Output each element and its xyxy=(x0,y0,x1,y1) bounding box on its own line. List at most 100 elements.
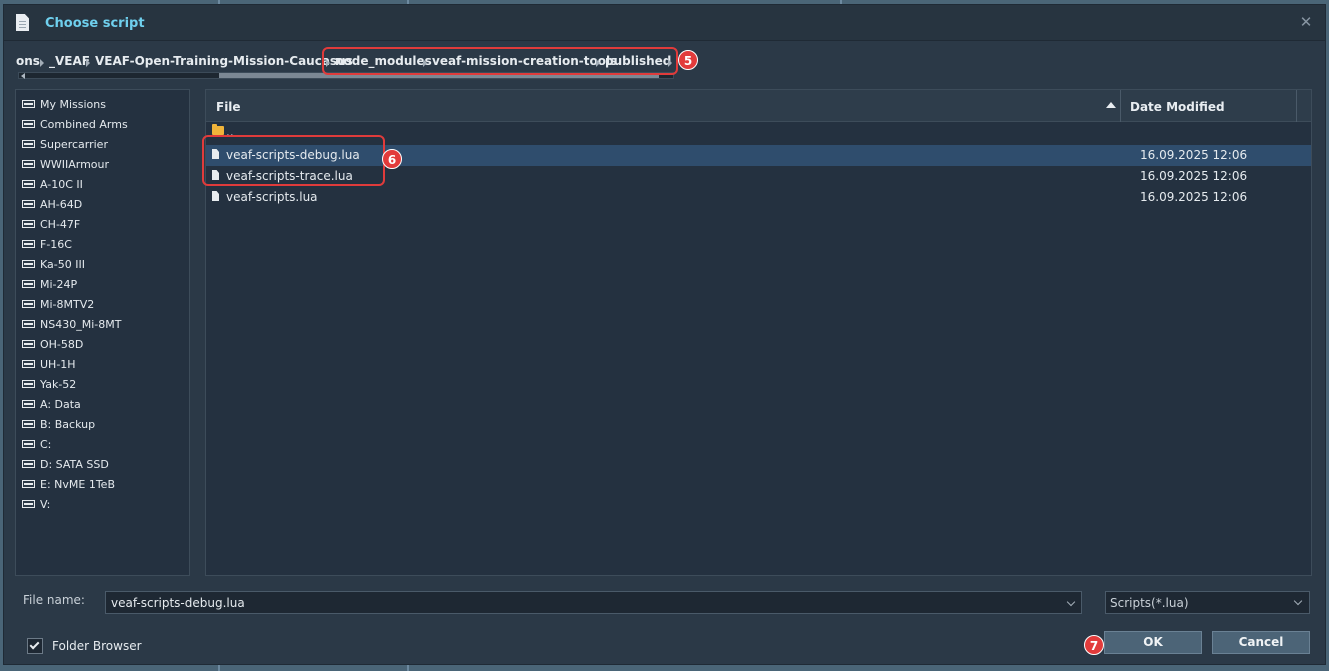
list-header: File Date Modified xyxy=(206,90,1311,122)
checkmark-icon xyxy=(29,639,40,650)
sidebar-item-label: B: Backup xyxy=(40,418,96,431)
drive-icon xyxy=(22,200,35,208)
close-icon[interactable]: ✕ xyxy=(1299,15,1313,30)
sidebar-item-label: UH-1H xyxy=(40,358,76,371)
sidebar-item-drive-v[interactable]: V: xyxy=(20,494,186,514)
sidebar-item-f16c[interactable]: F-16C xyxy=(20,234,186,254)
chevron-down-icon xyxy=(1293,596,1303,606)
sidebar-item-mi8mtv2[interactable]: Mi-8MTV2 xyxy=(20,294,186,314)
file-name-label: File name: xyxy=(23,593,85,607)
sidebar-item-label: Combined Arms xyxy=(40,118,128,131)
title-bar: Choose script ✕ xyxy=(4,5,1325,41)
sort-ascending-icon[interactable] xyxy=(1106,102,1116,108)
sidebar-item-label: NS430_Mi-8MT xyxy=(40,318,122,331)
ok-button[interactable]: OK xyxy=(1104,631,1202,654)
dialog-title: Choose script xyxy=(45,16,145,31)
sidebar-item-label: C: xyxy=(40,438,52,451)
drive-icon xyxy=(22,480,35,488)
drive-icon xyxy=(22,500,35,508)
annotation-badge: 7 xyxy=(1084,635,1104,655)
filter-value: Scripts(*.lua) xyxy=(1110,596,1189,610)
sidebar-item-ka50[interactable]: Ka-50 III xyxy=(20,254,186,274)
scroll-left-arrow-icon[interactable] xyxy=(21,73,25,79)
column-header-date-modified[interactable]: Date Modified xyxy=(1130,100,1225,114)
drive-icon xyxy=(22,280,35,288)
drive-icon xyxy=(22,440,35,448)
breadcrumb-separator-icon xyxy=(86,59,90,67)
drive-icon xyxy=(22,460,35,468)
sidebar-item-label: AH-64D xyxy=(40,198,83,211)
sidebar-item-label: CH-47F xyxy=(40,218,81,231)
annotation-box-files xyxy=(202,135,385,186)
drive-icon xyxy=(22,160,35,168)
sidebar-item-wwiiarmour[interactable]: WWIIArmour xyxy=(20,154,186,174)
row-name: veaf-scripts.lua xyxy=(226,190,318,204)
breadcrumb-item[interactable]: ons xyxy=(16,54,40,68)
breadcrumb-item[interactable]: _VEAF xyxy=(49,54,90,68)
drive-icon xyxy=(22,220,35,228)
folder-browser-checkbox[interactable] xyxy=(27,638,43,654)
annotation-badge: 5 xyxy=(678,50,698,70)
sidebar-item-label: Supercarrier xyxy=(40,138,108,151)
sidebar-item-label: E: NvME 1TeB xyxy=(40,478,115,491)
annotation-badge: 6 xyxy=(382,149,402,169)
file-type-filter-select[interactable]: Scripts(*.lua) xyxy=(1105,591,1310,614)
sidebar-item-ah64d[interactable]: AH-64D xyxy=(20,194,186,214)
file-row-veaf-scripts[interactable]: veaf-scripts.lua 16.09.2025 12:06 xyxy=(206,187,1311,208)
sidebar-item-my-missions[interactable]: My Missions xyxy=(20,94,186,114)
column-divider[interactable] xyxy=(1296,90,1297,122)
column-header-file[interactable]: File xyxy=(216,100,241,114)
row-date: 16.09.2025 12:06 xyxy=(1140,190,1248,204)
file-name-input[interactable]: veaf-scripts-debug.lua xyxy=(105,591,1082,614)
drive-icon xyxy=(22,240,35,248)
sidebar-item-label: Mi-24P xyxy=(40,278,78,291)
sidebar-item-ch47f[interactable]: CH-47F xyxy=(20,214,186,234)
sidebar-item-yak52[interactable]: Yak-52 xyxy=(20,374,186,394)
sidebar-item-combined-arms[interactable]: Combined Arms xyxy=(20,114,186,134)
column-divider[interactable] xyxy=(1120,90,1121,122)
drive-icon xyxy=(22,120,35,128)
sidebar-item-label: D: SATA SSD xyxy=(40,458,109,471)
breadcrumb-item[interactable]: VEAF-Open-Training-Mission-Caucasus xyxy=(95,54,353,68)
location-sidebar: My Missions Combined Arms Supercarrier W… xyxy=(15,89,190,576)
sidebar-item-label: OH-58D xyxy=(40,338,84,351)
sidebar-item-mi24p[interactable]: Mi-24P xyxy=(20,274,186,294)
drive-icon xyxy=(22,340,35,348)
drive-icon xyxy=(22,140,35,148)
cancel-button[interactable]: Cancel xyxy=(1212,631,1310,654)
drive-icon xyxy=(22,420,35,428)
sidebar-item-oh58d[interactable]: OH-58D xyxy=(20,334,186,354)
sidebar-item-label: A: Data xyxy=(40,398,81,411)
folder-icon xyxy=(212,124,224,135)
choose-script-dialog: Choose script ✕ ons _VEAF VEAF-Open-Trai… xyxy=(3,4,1326,665)
drive-icon xyxy=(22,180,35,188)
breadcrumb-separator-icon xyxy=(40,59,44,67)
sidebar-item-drive-c[interactable]: C: xyxy=(20,434,186,454)
sidebar-item-label: My Missions xyxy=(40,98,106,111)
sidebar-item-drive-d[interactable]: D: SATA SSD xyxy=(20,454,186,474)
sidebar-item-uh1h[interactable]: UH-1H xyxy=(20,354,186,374)
document-icon xyxy=(16,14,29,31)
sidebar-item-supercarrier[interactable]: Supercarrier xyxy=(20,134,186,154)
folder-browser-label[interactable]: Folder Browser xyxy=(52,639,142,653)
sidebar-item-drive-b[interactable]: B: Backup xyxy=(20,414,186,434)
sidebar-item-label: V: xyxy=(40,498,51,511)
sidebar-item-label: WWIIArmour xyxy=(40,158,110,171)
drive-icon xyxy=(22,360,35,368)
sidebar-item-label: F-16C xyxy=(40,238,72,251)
sidebar-item-drive-a[interactable]: A: Data xyxy=(20,394,186,414)
sidebar-item-drive-e[interactable]: E: NvME 1TeB xyxy=(20,474,186,494)
row-date: 16.09.2025 12:06 xyxy=(1140,169,1248,183)
annotation-box-breadcrumb xyxy=(322,47,678,75)
drive-icon xyxy=(22,260,35,268)
sidebar-item-label: Ka-50 III xyxy=(40,258,85,271)
drive-icon xyxy=(22,400,35,408)
row-date: 16.09.2025 12:06 xyxy=(1140,148,1248,162)
sidebar-item-label: A-10C II xyxy=(40,178,83,191)
sidebar-item-a10c[interactable]: A-10C II xyxy=(20,174,186,194)
drive-icon xyxy=(22,380,35,388)
sidebar-item-label: Mi-8MTV2 xyxy=(40,298,95,311)
drive-icon xyxy=(22,320,35,328)
sidebar-item-label: Yak-52 xyxy=(40,378,77,391)
sidebar-item-ns430[interactable]: NS430_Mi-8MT xyxy=(20,314,186,334)
